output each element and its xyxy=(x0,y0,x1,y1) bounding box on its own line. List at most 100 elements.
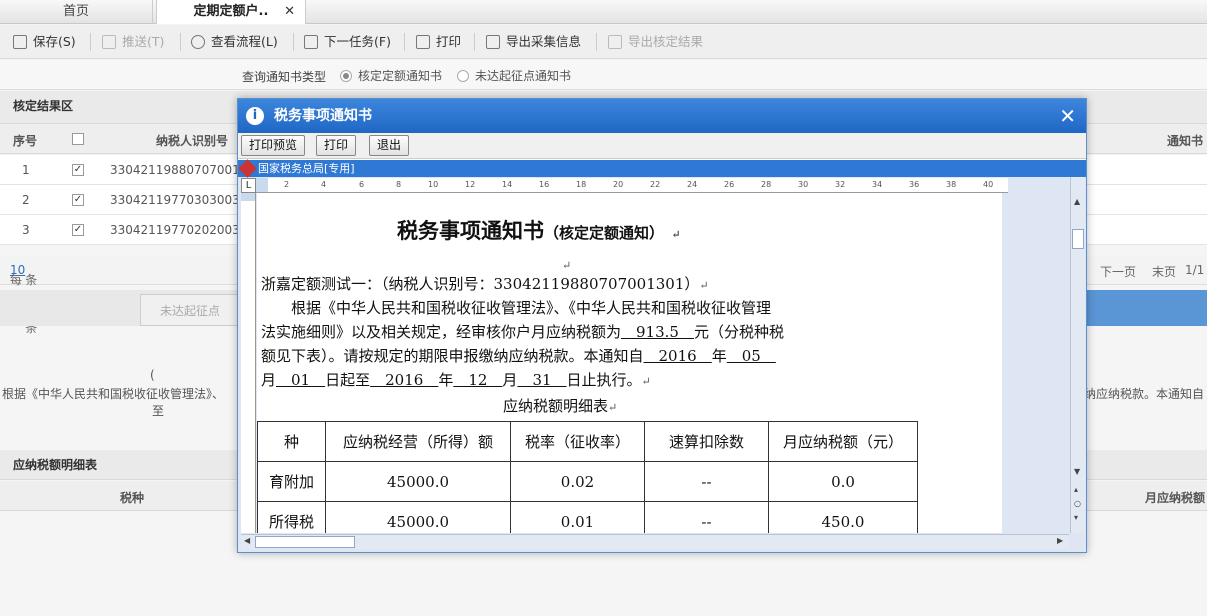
doc-line-3: 法实施细则》以及相关规定，经审核你户月应纳税额为 913.5 元（分税种税 xyxy=(261,323,784,341)
row-checkbox[interactable]: ✓ xyxy=(72,224,84,236)
horizontal-ruler: 2 4 6 8 10 12 14 16 18 20 22 24 26 28 30 32 34 36 38 40 xyxy=(256,178,1008,193)
document-viewer: 国家税务总局[专用] L 2 4 6 8 10 12 14 16 18 20 22 24 26 28 30 3… xyxy=(238,159,1086,552)
th-tax-rate: 税率（征收率） xyxy=(510,421,645,462)
print-button[interactable]: 打印 xyxy=(416,31,461,53)
export-collect-button[interactable]: 导出采集信息 xyxy=(486,31,581,53)
col-taxpayer-id: 纳税人识别号 xyxy=(156,134,229,148)
row-no: 1 xyxy=(22,163,30,177)
bg-right-text: 纳应纳税款。本通知自 xyxy=(1084,387,1205,401)
info-icon: i xyxy=(246,107,264,125)
viewer-header-label: 国家税务总局[专用] xyxy=(258,162,355,175)
dialog-print-button[interactable]: 打印 xyxy=(316,135,357,156)
table-row: 育附加 45000.0 0.02 -- 0.0 xyxy=(257,461,918,502)
dialog-title: 税务事项通知书 xyxy=(274,108,372,124)
vertical-ruler xyxy=(241,193,256,533)
cell: 45000.0 xyxy=(325,501,511,533)
print-preview-button[interactable]: 打印预览 xyxy=(241,135,306,156)
cell: -- xyxy=(644,461,769,502)
row-checkbox[interactable]: ✓ xyxy=(72,164,84,176)
ruler-margin xyxy=(256,178,268,192)
push-label: 推送(T) xyxy=(122,34,165,49)
cell: 0.02 xyxy=(510,461,645,502)
export-icon xyxy=(486,35,500,49)
next-page-link[interactable]: 下一页 xyxy=(1100,263,1136,280)
vertical-scrollbar[interactable]: ▲ ▼ ▴ ○ ▾ xyxy=(1070,177,1085,533)
doc-line-4: 额见下表）。请按规定的期限申报缴纳应纳税款。本通知自 2016 年 05 xyxy=(261,347,776,365)
export-collect-label: 导出采集信息 xyxy=(506,34,582,49)
tab-bar: 首页 定期定额户.. ✕ xyxy=(0,0,1207,24)
cell: -- xyxy=(644,501,769,533)
scroll-up-icon[interactable]: ▲ xyxy=(1074,197,1080,206)
exit-button[interactable]: 退出 xyxy=(369,135,410,156)
paragraph-mark: ↵ xyxy=(562,259,572,272)
scroll-down-icon[interactable]: ▼ xyxy=(1074,467,1080,476)
print-label: 打印 xyxy=(436,34,462,49)
push-button[interactable]: 推送(T) xyxy=(102,31,164,53)
cell: 0.0 xyxy=(768,461,918,502)
cell: 所得税 xyxy=(257,501,326,533)
select-all-checkbox[interactable] xyxy=(72,133,84,145)
scroll-right-icon[interactable]: ▶ xyxy=(1057,536,1063,545)
scroll-thumb[interactable] xyxy=(1072,229,1084,249)
horizontal-scrollbar[interactable]: ◀ ▶ xyxy=(241,534,1069,549)
bg-to-text: 至 xyxy=(152,404,165,418)
browse-object-icon[interactable]: ○ xyxy=(1074,499,1081,508)
save-label: 保存(S) xyxy=(33,34,76,49)
th-deduction: 速算扣除数 xyxy=(644,421,769,462)
doc-title: 税务事项通知书（核定定额通知） ↵ xyxy=(397,218,681,243)
tab-close-icon[interactable]: ✕ xyxy=(284,0,295,24)
tab-fixed-quota[interactable]: 定期定额户.. ✕ xyxy=(156,0,306,24)
document-page: 税务事项通知书（核定定额通知） ↵ ↵ 浙嘉定额测试一：（纳税人识别号：3304… xyxy=(257,193,1002,533)
tab-home[interactable]: 首页 xyxy=(0,0,153,24)
table-row: 所得税 45000.0 0.01 -- 450.0 xyxy=(257,501,918,533)
col-no: 序号 xyxy=(13,134,38,148)
toolbar-divider xyxy=(293,33,294,51)
tab-stop-icon[interactable]: L xyxy=(241,178,256,193)
next-page-icon[interactable]: ▾ xyxy=(1074,513,1078,522)
toolbar: 保存(S) 推送(T) 查看流程(L) 下一任务(F) 打印 导出采集信息 导出… xyxy=(0,25,1207,59)
cell: 0.01 xyxy=(510,501,645,533)
dialog-title-bar: i 税务事项通知书 ✕ xyxy=(238,99,1086,133)
toolbar-divider xyxy=(474,33,475,51)
cell: 育附加 xyxy=(257,461,326,502)
radio-below-threshold[interactable]: 未达起征点通知书 xyxy=(457,67,571,84)
hscroll-thumb[interactable] xyxy=(255,536,355,548)
bg-paren: ( xyxy=(150,368,155,382)
radio-dot xyxy=(457,69,469,82)
radio-dot xyxy=(340,69,352,82)
toolbar-divider xyxy=(596,33,597,51)
cell: 45000.0 xyxy=(325,461,511,502)
table-header-row: 种 应纳税经营（所得）额 税率（征收率） 速算扣除数 月应纳税额（元） xyxy=(257,421,918,462)
last-page-link[interactable]: 末页 xyxy=(1152,263,1176,280)
tab-active-notice[interactable] xyxy=(1085,290,1207,326)
row-taxpayer-id: 330421197703030031 xyxy=(110,193,248,207)
eye-icon xyxy=(191,35,205,49)
col-monthly-tax: 月应纳税额 xyxy=(1145,491,1206,505)
radio-fixed-quota[interactable]: 核定定额通知书 xyxy=(340,67,442,84)
page-indicator: 1/1 xyxy=(1185,263,1205,277)
save-button[interactable]: 保存(S) xyxy=(13,31,76,53)
printer-icon xyxy=(416,35,430,49)
ruler-margin xyxy=(241,193,255,201)
tax-bureau-logo-icon xyxy=(238,159,257,178)
save-icon xyxy=(13,35,27,49)
dialog-close-icon[interactable]: ✕ xyxy=(1059,99,1076,133)
next-task-button[interactable]: 下一任务(F) xyxy=(304,31,391,53)
row-taxpayer-id: 330421198807070013 xyxy=(110,163,248,177)
row-checkbox[interactable]: ✓ xyxy=(72,194,84,206)
prev-page-icon[interactable]: ▴ xyxy=(1074,485,1078,494)
bg-law-text: 根据《中华人民共和国税收征收管理法》、 xyxy=(2,387,225,401)
row-taxpayer-id: 330421197702020031 xyxy=(110,223,248,237)
table-title: 应纳税额明细表↵ xyxy=(503,397,618,415)
tax-detail-table: 种 应纳税经营（所得）额 税率（征收率） 速算扣除数 月应纳税额（元） 育附加 … xyxy=(257,421,918,533)
tax-notice-dialog: i 税务事项通知书 ✕ 打印预览 打印 退出 国家税务总局[专用] L 2468… xyxy=(237,98,1087,553)
scroll-left-icon[interactable]: ◀ xyxy=(244,536,250,545)
radio-fixed-quota-label: 核定定额通知书 xyxy=(358,69,443,83)
tab-fixed-quota-label: 定期定额户.. xyxy=(193,4,269,19)
row-no: 3 xyxy=(22,223,30,237)
export-result-button[interactable]: 导出核定结果 xyxy=(608,31,703,53)
tab-below-threshold[interactable]: 未达起征点 xyxy=(140,294,240,326)
view-flow-button[interactable]: 查看流程(L) xyxy=(191,31,278,53)
toolbar-divider xyxy=(404,33,405,51)
dialog-button-bar: 打印预览 打印 退出 xyxy=(238,133,1086,159)
